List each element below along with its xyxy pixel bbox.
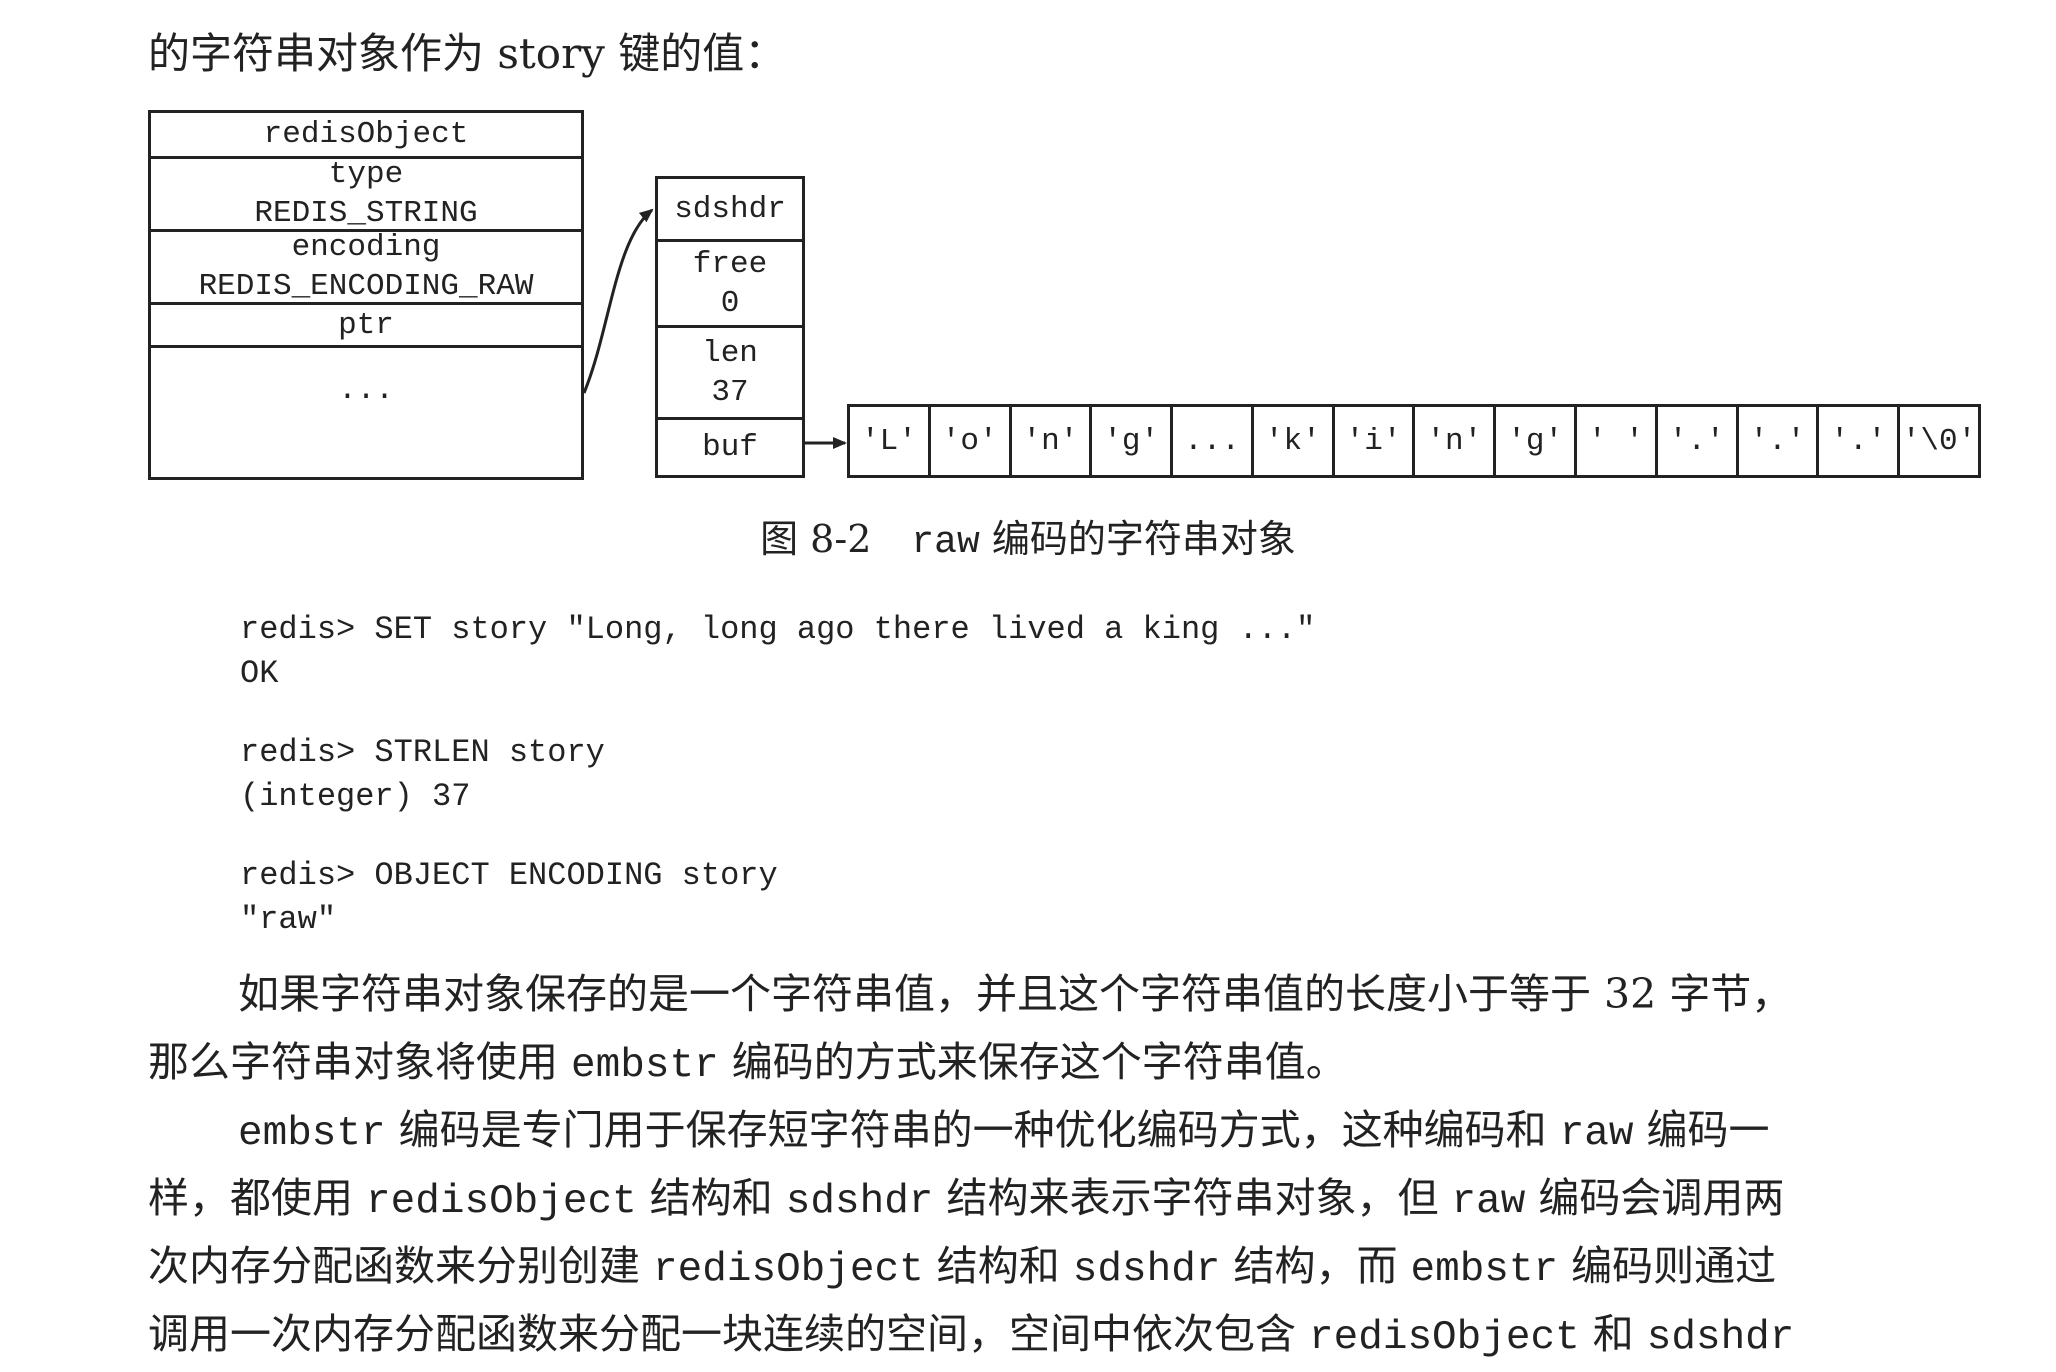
text-span: 结构和 [636,1174,786,1222]
redis-object-ptr-cell: ptr [151,302,581,345]
intro-text: 的字符串对象作为 story 键的值： [148,29,787,78]
code-span: embstr [571,1043,719,1089]
redis-object-title: redisObject [151,113,581,156]
text-span: 那么字符串对象将使用 [148,1038,572,1086]
len-value: 37 [711,374,749,410]
code-output: (integer) 37 [240,778,471,815]
code-span: embstr [1410,1247,1559,1293]
buf-cell: '.' [1816,407,1897,475]
buf-cell: '\0' [1897,407,1978,475]
paragraph-1-line-2: 那么字符串对象将使用 embstr 编码的方式来保存这个字符串值。 [148,1028,1988,1096]
figure-code: raw [911,521,980,564]
ptr-arrow [582,208,654,394]
buf-label: buf [702,430,758,465]
figure-number: 图 8-2 [760,517,872,561]
code-span: raw [1451,1179,1526,1225]
paragraph-2-line-3: 次内存分配函数来分别创建 redisObject 结构和 sdshdr 结构，而… [148,1232,1988,1300]
sdshdr-buf-cell: buf [658,417,802,475]
body-text: 如果字符串对象保存的是一个字符串值，并且这个字符串值的长度小于等于 32 字节，… [148,960,1988,1368]
len-label: len [702,335,758,371]
redis-object-more-cell: ... [151,345,581,477]
more-label: ... [338,373,394,408]
code-span: redisObject [1309,1315,1580,1361]
text-span: 编码则通过 [1558,1242,1777,1290]
paragraph-2-line-2: 样，都使用 redisObject 结构和 sdshdr 结构来表示字符串对象，… [148,1164,1988,1232]
code-span: sdshdr [1646,1315,1795,1361]
code-span: redisObject [366,1179,637,1225]
text-span: 结构和 [923,1242,1073,1290]
code-output: "raw" [240,901,337,938]
code-span: sdshdr [1072,1247,1221,1293]
sdshdr-diagram: sdshdr free 0 len 37 buf [655,176,805,478]
text-span: 编码是专门用于保存短字符串的一种优化编码方式，这种编码和 [385,1106,1560,1154]
text-span: 编码会调用两 [1525,1174,1785,1222]
buf-cell: 'o' [927,407,1009,475]
buf-cell: 'n' [1008,407,1090,475]
code-span: raw [1559,1111,1634,1157]
type-label: type [328,157,404,192]
text-span: 结构来表示字符串对象，但 [933,1174,1452,1222]
buf-cell: 'n' [1412,407,1493,475]
text-span: 结构，而 [1220,1242,1411,1290]
code-output: OK [240,655,279,692]
figure-title: 编码的字符串对象 [991,517,1296,561]
buf-cell: 'g' [1089,407,1170,475]
paragraph-2-line-1: embstr 编码是专门用于保存短字符串的一种优化编码方式，这种编码和 raw … [148,1096,1988,1164]
text-span: 调用一次内存分配函数来分配一块连续的空间，空间中依次包含 [148,1310,1310,1358]
redis-object-encoding-cell: encoding REDIS_ENCODING_RAW [151,229,581,304]
paragraph-2-line-4: 调用一次内存分配函数来分配一块连续的空间，空间中依次包含 redisObject… [148,1300,1988,1368]
buf-cell: '.' [1735,407,1817,475]
paragraph-1-line-1: 如果字符串对象保存的是一个字符串值，并且这个字符串值的长度小于等于 32 字节， [238,970,1793,1018]
buf-cell: 'L' [860,423,917,459]
sdshdr-free-cell: free 0 [658,239,802,325]
text-span: 样，都使用 [148,1174,367,1222]
text-span: 编码的方式来保存这个字符串值。 [718,1038,1347,1086]
ptr-label: ptr [338,307,394,343]
buf-array: 'L' 'o' 'n' 'g' ... 'k' 'i' 'n' 'g' ' ' … [847,404,1981,478]
code-span: embstr [238,1111,386,1157]
figure-caption: 图 8-2 raw 编码的字符串对象 [0,515,2056,567]
encoding-label: encoding [291,230,441,265]
buf-cell: 'g' [1493,407,1574,475]
text-span: 和 [1579,1310,1647,1358]
sdshdr-title: sdshdr [658,179,802,239]
text-span: 编码一 [1633,1106,1770,1154]
redis-object-type-cell: type REDIS_STRING [151,156,581,231]
buf-cell: 'k' [1250,407,1332,475]
buf-cell: ' ' [1574,407,1655,475]
code-command: redis> STRLEN story [240,734,605,771]
code-command: redis> SET story "Long, long ago there l… [240,611,1316,648]
sdshdr-len-cell: len 37 [658,325,802,417]
buf-cell: ... [1170,407,1251,475]
buf-cell: 'i' [1331,407,1413,475]
text-span: 次内存分配函数来分别创建 [148,1242,654,1290]
code-block: redis> SET story "Long, long ago there l… [240,608,1315,942]
code-span: redisObject [653,1247,924,1293]
sdshdr-title-text: sdshdr [674,191,786,227]
code-command: redis> OBJECT ENCODING story [240,857,778,894]
free-label: free [692,246,768,282]
free-value: 0 [720,285,740,321]
redis-object-title-text: redisObject [263,117,469,152]
encoding-value: REDIS_ENCODING_RAW [198,269,534,304]
code-span: sdshdr [785,1179,934,1225]
redis-object-diagram: redisObject type REDIS_STRING encoding R… [148,110,584,480]
buf-cell: '.' [1654,407,1736,475]
